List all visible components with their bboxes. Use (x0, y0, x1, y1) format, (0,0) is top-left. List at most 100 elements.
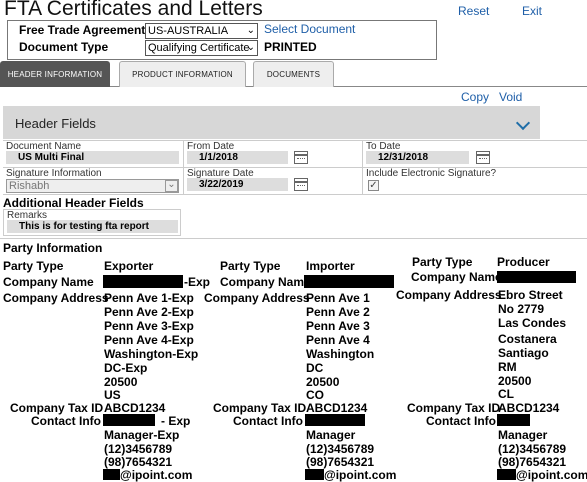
doc-type-select-value: Qualifying Certificate (148, 42, 250, 54)
tab-documents[interactable]: DOCUMENTS (253, 61, 334, 87)
exporter-tax-id-label: Company Tax ID (10, 401, 104, 415)
signature-info-select[interactable]: Rishabh ⌄ (6, 179, 179, 193)
exporter-address-line: Penn Ave 4-Exp (104, 333, 194, 347)
reset-link[interactable]: Reset (458, 4, 489, 18)
exporter-address-line: 20500 (104, 375, 138, 389)
producer-contact-line: (12)3456789 (498, 442, 567, 456)
from-date-value[interactable]: 1/1/2018 (187, 151, 288, 164)
redacted-block (103, 469, 120, 480)
header-fields-grid: Document Name US Multi Final From Date 1… (3, 140, 587, 195)
exporter-address-line: Penn Ave 1-Exp (104, 291, 194, 305)
producer-party-type: Producer (497, 255, 550, 269)
importer-address-line: Washington (306, 347, 375, 361)
from-date-field: From Date 1/1/2018 (184, 141, 363, 168)
importer-party-type-label: Party Type (220, 259, 281, 273)
importer-address-line: Penn Ave 4 (306, 333, 370, 347)
exporter-company-name-label: Company Name (3, 275, 94, 289)
importer-address-line: CO (306, 388, 324, 402)
exporter-contact-line: (12)3456789 (104, 442, 173, 456)
calendar-icon[interactable] (294, 178, 308, 191)
tab-header-information[interactable]: HEADER INFORMATION (0, 61, 110, 87)
signature-info-value: Rishabh (9, 180, 50, 192)
tab-product-information[interactable]: PRODUCT INFORMATION (119, 61, 246, 87)
calendar-icon[interactable] (294, 151, 308, 164)
include-esig-checkbox[interactable]: ✓ (368, 180, 379, 191)
fta-label: Free Trade Agreement (19, 23, 146, 37)
redacted-block (305, 469, 324, 480)
document-status: PRINTED (264, 40, 317, 54)
select-document-link[interactable]: Select Document (264, 22, 355, 36)
to-date-value[interactable]: 12/31/2018 (366, 151, 469, 164)
producer-contact-label: Contact Info (426, 414, 496, 428)
importer-address-line: Penn Ave 1 (306, 291, 370, 305)
importer-address-line: Penn Ave 2 (306, 305, 370, 319)
exit-link[interactable]: Exit (522, 4, 542, 18)
redacted-block (103, 275, 183, 288)
importer-address-line: Penn Ave 3 (306, 319, 370, 333)
header-fields-section[interactable]: Header Fields (3, 106, 540, 139)
producer-email-domain: @ipoint.com (516, 468, 587, 482)
doc-type-label: Document Type (19, 40, 109, 54)
importer-tax-id: ABCD1234 (306, 401, 368, 415)
exporter-address-line: Washington-Exp (104, 347, 199, 361)
chevron-down-icon[interactable] (515, 115, 531, 131)
divider (0, 238, 587, 239)
importer-email-domain: @ipoint.com (324, 468, 397, 482)
exporter-address-line: Penn Ave 2-Exp (104, 305, 194, 319)
document-name-value[interactable]: US Multi Final (6, 151, 179, 164)
importer-contact-label: Contact Info (233, 414, 303, 428)
fta-select[interactable]: US-AUSTRALIA ⌄ (145, 23, 258, 39)
producer-contact-line: (98)7654321 (498, 455, 567, 469)
producer-address-label: Company Address (396, 288, 502, 302)
exporter-name-suffix: -Exp (184, 275, 211, 289)
producer-address-line: CL (498, 387, 514, 401)
importer-address-line: 20500 (306, 375, 340, 389)
producer-address-line: RM (498, 360, 517, 374)
copy-link[interactable]: Copy (461, 90, 489, 104)
calendar-icon[interactable] (476, 151, 490, 164)
exporter-contact-suffix: - Exp (161, 414, 191, 428)
exporter-address-line: DC-Exp (104, 361, 148, 375)
remarks-field: Remarks This is for testing fta report (3, 209, 181, 236)
header-fields-title: Header Fields (15, 116, 96, 131)
chevron-down-icon: ⌄ (246, 25, 255, 36)
redacted-block (305, 414, 365, 426)
to-date-field: To Date 12/31/2018 (363, 141, 587, 168)
page-title: FTA Certificates and Letters (4, 0, 263, 20)
exporter-contact-line: Manager-Exp (104, 428, 180, 442)
exporter-address-line: US (104, 388, 121, 402)
party-info-title: Party Information (3, 241, 103, 255)
signature-date-value[interactable]: 3/22/2019 (187, 178, 288, 191)
void-link[interactable]: Void (499, 90, 522, 104)
redacted-block (497, 414, 530, 426)
importer-address-label: Company Address (204, 291, 310, 305)
document-name-field: Document Name US Multi Final (3, 141, 184, 168)
chevron-down-icon: ⌄ (165, 180, 178, 192)
producer-address-line: Costanera (498, 332, 557, 346)
redacted-block (103, 414, 155, 426)
producer-address-line: Santiago (498, 346, 549, 360)
exporter-address-line: Penn Ave 3-Exp (104, 319, 194, 333)
exporter-email-domain: @ipoint.com (120, 468, 193, 482)
importer-tax-id-label: Company Tax ID (213, 401, 307, 415)
redacted-block (497, 469, 516, 480)
tab-bar: HEADER INFORMATION PRODUCT INFORMATION D… (0, 61, 587, 87)
exporter-address-label: Company Address (3, 291, 109, 305)
doc-type-select[interactable]: Qualifying Certificate ⌄ (145, 40, 258, 56)
remarks-value[interactable]: This is for testing fta report (7, 220, 178, 233)
importer-contact-line: (98)7654321 (306, 455, 375, 469)
signature-info-field: Signature Information Rishabh ⌄ (3, 168, 184, 195)
agreement-panel: Free Trade Agreement US-AUSTRALIA ⌄ Sele… (7, 20, 437, 60)
producer-address-line: Las Condes (498, 316, 567, 330)
producer-tax-id: ABCD1234 (498, 401, 560, 415)
importer-party-type: Importer (306, 259, 355, 273)
producer-company-name-label: Company Name (411, 270, 502, 284)
importer-contact-line: Manager (306, 428, 356, 442)
signature-date-field: Signature Date 3/22/2019 (184, 168, 363, 195)
producer-address-line: No 2779 (498, 302, 545, 316)
fta-select-value: US-AUSTRALIA (148, 25, 229, 37)
importer-company-name-label: Company Name (220, 275, 311, 289)
exporter-contact-line: (98)7654321 (104, 455, 173, 469)
importer-contact-line: (12)3456789 (306, 442, 375, 456)
exporter-tax-id: ABCD1234 (104, 401, 166, 415)
